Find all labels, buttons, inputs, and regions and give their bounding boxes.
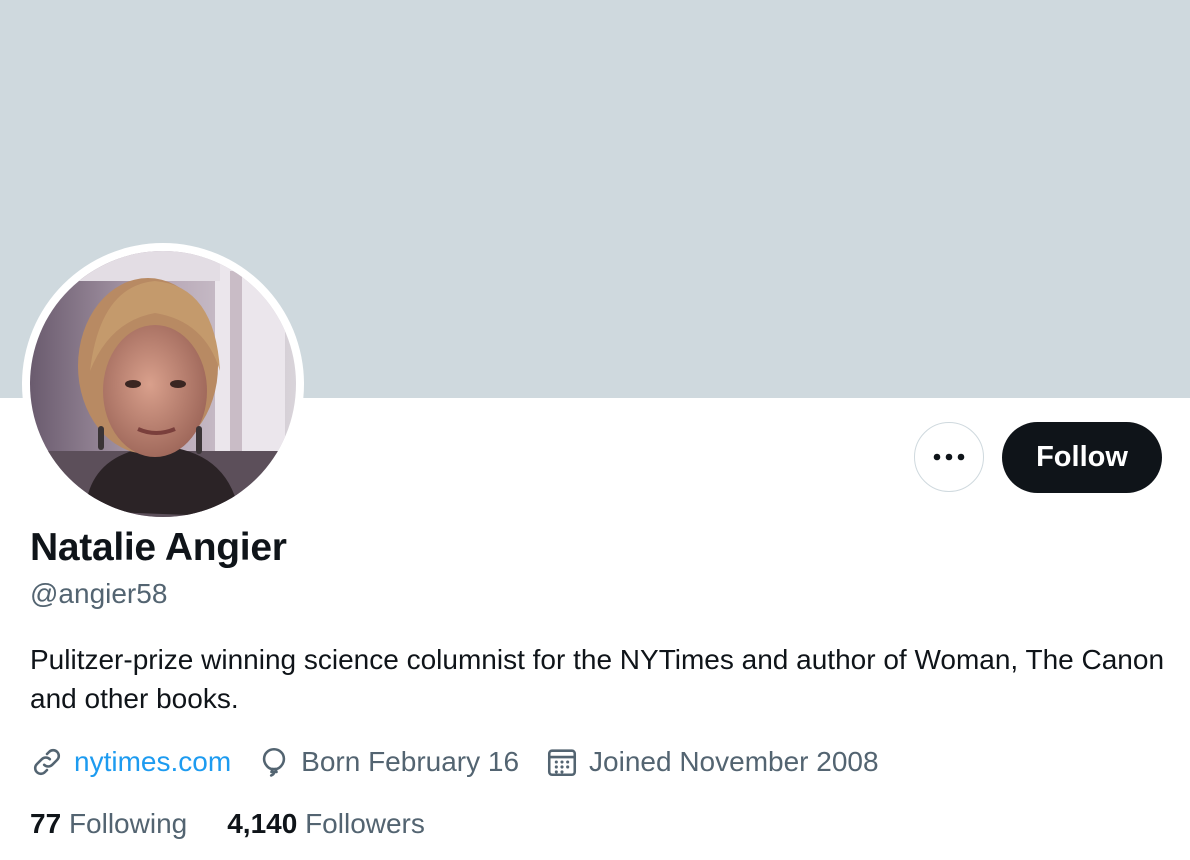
followers-label: Followers [305, 808, 425, 839]
follow-stats: 77 Following 4,140 Followers [30, 802, 465, 846]
website-link[interactable]: nytimes.com [74, 746, 231, 778]
profile-meta: nytimes.com Born February 16 Joined Nove… [30, 740, 905, 784]
followers-count: 4,140 [227, 808, 298, 839]
link-icon [33, 748, 61, 776]
balloon-icon [262, 747, 286, 777]
following-label: Following [68, 808, 188, 839]
avatar[interactable] [30, 251, 296, 517]
followers-link[interactable]: 4,140 Followers [227, 808, 425, 840]
more-options-button[interactable] [914, 422, 984, 492]
calendar-icon [548, 749, 577, 777]
following-link[interactable]: 77 Following [30, 808, 187, 840]
more-horizontal-icon [933, 453, 965, 461]
user-handle: @angier58 [30, 578, 168, 609]
birthday-text: Born February 16 [301, 746, 520, 777]
joined-text: Joined November 2008 [589, 746, 879, 777]
website-item: nytimes.com [30, 745, 231, 779]
following-count: 77 [30, 808, 62, 839]
display-name: Natalie Angier [30, 526, 287, 569]
profile-bio: Pulitzer-prize winning science columnist… [30, 644, 1165, 714]
birthday-item: Born February 16 [257, 745, 519, 779]
follow-button[interactable]: Follow [1002, 422, 1162, 493]
joined-item: Joined November 2008 [545, 745, 879, 779]
